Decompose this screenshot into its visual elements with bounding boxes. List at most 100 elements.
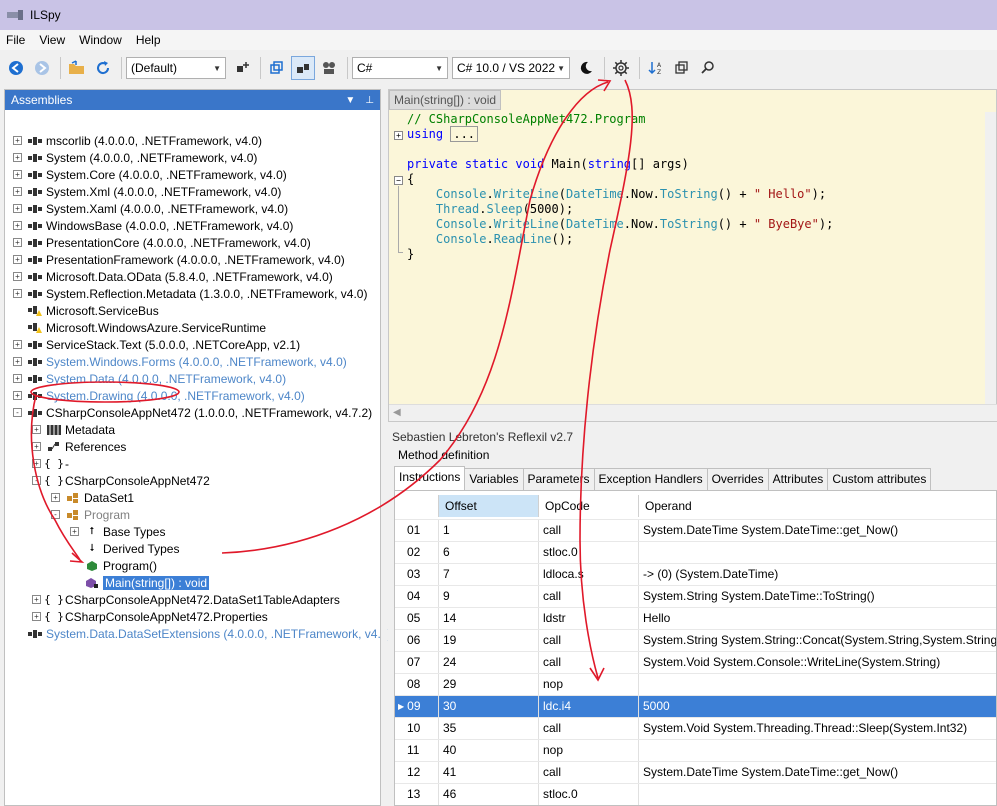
menu-file[interactable]: File (0, 30, 33, 50)
sort-button[interactable]: AZ (644, 56, 668, 80)
cell-opcode[interactable]: stloc.0 (539, 784, 639, 805)
expand-icon[interactable]: + (13, 153, 22, 162)
tree-item-references[interactable]: + References (32, 438, 126, 455)
tree-item-main-method[interactable]: Main(string[]) : void (70, 574, 210, 591)
show-internal-button[interactable] (291, 56, 315, 80)
row-header[interactable]: 06 (395, 630, 439, 651)
tree-item-namespace-empty[interactable]: +{ } - (32, 455, 69, 472)
expand-icon[interactable]: + (51, 493, 60, 502)
row-header[interactable]: 08 (395, 674, 439, 695)
column-offset[interactable]: Offset (439, 495, 539, 517)
tree-item-system-xaml[interactable]: + System.Xaml (4.0.0.0, .NETFramework, v4… (13, 200, 288, 217)
tree-item-csharpconsoleappnet472[interactable]: - CSharpConsoleAppNet472 (1.0.0.0, .NETFr… (13, 404, 372, 421)
forward-button[interactable] (30, 56, 54, 80)
open-button[interactable] (65, 56, 89, 80)
tab-custom-attributes[interactable]: Custom attributes (827, 468, 932, 490)
tree-item-mscorlib[interactable]: + mscorlib (4.0.0.0, .NETFramework, v4.0) (13, 132, 262, 149)
expand-icon[interactable]: + (32, 595, 41, 604)
tree-item-system[interactable]: + System (4.0.0.0, .NETFramework, v4.0) (13, 149, 257, 166)
tree-item-namespace-csharpconsoleappnet472[interactable]: -{ } CSharpConsoleAppNet472 (32, 472, 210, 489)
options-button[interactable] (609, 56, 633, 80)
expand-icon[interactable]: + (13, 221, 22, 230)
manage-lists-button[interactable] (230, 56, 254, 80)
cell-offset[interactable]: 6 (439, 542, 539, 563)
expand-icon[interactable]: + (13, 272, 22, 281)
cell-offset[interactable]: 19 (439, 630, 539, 651)
tree-item-metadata[interactable]: + Metadata (32, 421, 115, 438)
row-header[interactable]: 02 (395, 542, 439, 563)
tree-item-program-ctor[interactable]: Program() (70, 557, 157, 574)
fold-toggle-icon[interactable]: − (394, 176, 403, 185)
collapse-icon[interactable]: - (32, 476, 41, 485)
expand-icon[interactable]: + (13, 204, 22, 213)
menu-window[interactable]: Window (73, 30, 130, 50)
tab-variables[interactable]: Variables (464, 468, 524, 490)
cell-opcode[interactable]: nop (539, 674, 639, 695)
expand-icon[interactable]: + (13, 238, 22, 247)
cell-operand[interactable] (639, 784, 996, 805)
row-header[interactable]: 13 (395, 784, 439, 805)
tree-item-presentationcore[interactable]: + PresentationCore (4.0.0.0, .NETFramewor… (13, 234, 311, 251)
cell-offset[interactable]: 29 (439, 674, 539, 695)
expand-icon[interactable]: + (32, 442, 41, 451)
expand-icon[interactable]: + (13, 255, 22, 264)
row-header[interactable]: 07 (395, 652, 439, 673)
tree-item-microsoft-data-odata[interactable]: + Microsoft.Data.OData (5.8.4.0, .NETFram… (13, 268, 333, 285)
instruction-row[interactable]: 07 24 call System.Void System.Console::Writ… (395, 651, 996, 673)
instruction-row[interactable]: 03 7 ldloca.s -> (0) (System.DateTime) (395, 563, 996, 585)
tree-item-system-reflection-metadata[interactable]: + System.Reflection.Metadata (1.3.0.0, .N… (13, 285, 367, 302)
using-fold-box[interactable]: ... (450, 126, 479, 142)
instruction-row[interactable]: 08 29 nop (395, 673, 996, 695)
tree-item-derived-types[interactable]: ⭣ Derived Types (70, 540, 180, 557)
expand-icon[interactable]: + (32, 425, 41, 434)
cell-opcode[interactable]: ldloca.s (539, 564, 639, 585)
tree-item-base-types[interactable]: + ⭡ Base Types (70, 523, 165, 540)
collapse-icon[interactable]: - (51, 510, 60, 519)
cell-offset[interactable]: 9 (439, 586, 539, 607)
pin-icon[interactable]: ⊥ (365, 95, 374, 106)
tree-item-presentationframework[interactable]: + PresentationFramework (4.0.0.0, .NETFra… (13, 251, 345, 268)
cell-offset[interactable]: 7 (439, 564, 539, 585)
instruction-row[interactable]: ▶ 09 30 ldc.i4 5000 (395, 695, 996, 717)
show-all-button[interactable] (317, 56, 341, 80)
cell-operand[interactable]: System.DateTime System.DateTime::get_Now… (639, 762, 996, 783)
language-version-combo[interactable]: C# 10.0 / VS 2022 ▼ (452, 57, 570, 79)
column-operand[interactable]: Operand (639, 495, 996, 517)
cell-operand[interactable]: System.String System.DateTime::ToString(… (639, 586, 996, 607)
instruction-row[interactable]: 10 35 call System.Void System.Threading.Thr… (395, 717, 996, 739)
tree-item-system-xml[interactable]: + System.Xml (4.0.0.0, .NETFramework, v4.… (13, 183, 281, 200)
cell-operand[interactable]: Hello (639, 608, 996, 629)
cell-opcode[interactable]: call (539, 718, 639, 739)
tree-item-servicestack-text[interactable]: + ServiceStack.Text (5.0.0.0, .NETCoreApp… (13, 336, 300, 353)
cell-opcode[interactable]: stloc.0 (539, 542, 639, 563)
cell-operand[interactable] (639, 740, 996, 761)
instruction-row[interactable]: 02 6 stloc.0 (395, 541, 996, 563)
cell-operand[interactable] (639, 674, 996, 695)
cell-offset[interactable]: 41 (439, 762, 539, 783)
code-horizontal-scrollbar[interactable]: ◀ (389, 404, 997, 421)
cell-opcode[interactable]: nop (539, 740, 639, 761)
cell-offset[interactable]: 1 (439, 520, 539, 541)
row-header[interactable]: 12 (395, 762, 439, 783)
tree-item-system-drawing[interactable]: + System.Drawing (4.0.0.0, .NETFramework,… (13, 387, 305, 404)
tree-item-program[interactable]: - Program (51, 506, 130, 523)
fold-toggle-icon[interactable]: + (394, 131, 403, 140)
cell-offset[interactable]: 30 (439, 696, 539, 717)
row-header[interactable]: 03 (395, 564, 439, 585)
tree-item-system-data-datasetextensions[interactable]: System.Data.DataSetExtensions (4.0.0.0, … (13, 625, 391, 642)
cell-operand[interactable]: System.Void System.Threading.Thread::Sle… (639, 718, 996, 739)
instruction-row[interactable]: 11 40 nop (395, 739, 996, 761)
back-button[interactable] (4, 56, 28, 80)
cell-operand[interactable] (639, 542, 996, 563)
cell-operand[interactable]: System.String System.String::Concat(Syst… (639, 630, 996, 651)
instruction-row[interactable]: 13 46 stloc.0 (395, 783, 996, 805)
window-button[interactable] (670, 56, 694, 80)
instruction-row[interactable]: 04 9 call System.String System.DateTime::To… (395, 585, 996, 607)
tab-exception-handlers[interactable]: Exception Handlers (593, 468, 708, 490)
instruction-row[interactable]: 01 1 call System.DateTime System.DateTime::… (395, 519, 996, 541)
expand-icon[interactable]: + (13, 136, 22, 145)
column-opcode[interactable]: OpCode (539, 495, 639, 517)
reload-button[interactable] (91, 56, 115, 80)
language-combo[interactable]: C# ▼ (352, 57, 448, 79)
row-header[interactable]: 04 (395, 586, 439, 607)
